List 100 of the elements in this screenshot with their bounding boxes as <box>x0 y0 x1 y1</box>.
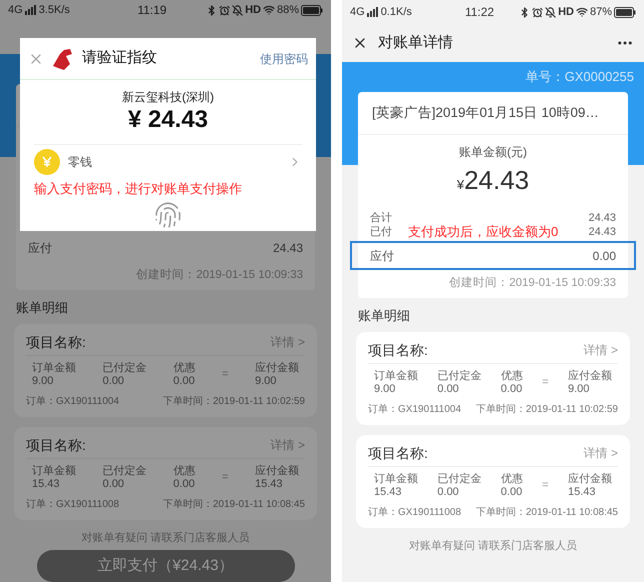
equals-sign: = <box>222 368 228 381</box>
field-value: 0.00 <box>500 486 523 498</box>
field-value: 9.00 <box>568 382 590 396</box>
field-label: 优惠 <box>173 464 196 478</box>
order-time: 下单时间：2019-01-11 10:02:59 <box>476 402 618 416</box>
use-password-link[interactable]: 使用密码 <box>260 50 308 68</box>
battery-label: 88% <box>276 3 299 18</box>
clock-time: 11:19 <box>137 2 167 20</box>
hd-label: HD <box>558 4 574 20</box>
field-label: 订单金额 <box>374 370 418 382</box>
bluetooth-icon <box>519 6 530 18</box>
total-label: 合计 <box>370 211 392 225</box>
field-value: 9.00 <box>32 374 54 388</box>
created-time: 创建时间：2019-01-15 10:09:33 <box>136 268 303 284</box>
wifi-icon <box>262 4 275 16</box>
equals-sign: = <box>222 471 228 484</box>
field-value: 15.43 <box>374 486 403 498</box>
field-value: 9.00 <box>255 374 278 388</box>
network-label: 4G <box>8 3 23 18</box>
fingerprint-icon[interactable] <box>154 200 182 228</box>
wifi-icon <box>576 6 588 18</box>
payment-method: 零钱 <box>68 154 92 171</box>
footer-note: 对账单有疑问 请联系门店客服人员 <box>408 538 578 554</box>
field-value: 9.00 <box>374 382 396 396</box>
field-label: 订单金额 <box>32 362 76 374</box>
dialog-title: 请验证指纹 <box>82 48 157 68</box>
field-label: 应付金额 <box>568 472 612 486</box>
field-label: 已付定金 <box>102 464 147 478</box>
ticket-title: [英豪广告]2019年01月15日 10時09… <box>372 104 599 122</box>
alarm-icon <box>532 6 544 18</box>
field-label: 已付定金 <box>437 472 482 486</box>
field-label: 已付定金 <box>102 362 147 374</box>
clock-time: 11:22 <box>464 4 494 21</box>
pay-button[interactable]: 立即支付（¥24.43） <box>36 550 294 582</box>
field-label: 订单金额 <box>374 472 418 486</box>
battery-label: 87% <box>590 4 612 20</box>
field-value: 0.00 <box>437 382 460 396</box>
details-link[interactable]: 详情 > <box>584 444 618 462</box>
field-label: 应付金额 <box>568 370 612 382</box>
field-label: 应付金额 <box>255 464 299 478</box>
order-number: 订单：GX190111004 <box>26 394 120 408</box>
details-link[interactable]: 详情 > <box>270 436 305 454</box>
field-label: 优惠 <box>173 362 196 374</box>
field-value: 0.00 <box>102 374 126 388</box>
section-title: 账单明细 <box>15 299 69 317</box>
created-time: 创建时间：2019-01-15 10:09:33 <box>449 276 616 292</box>
annotation-text: 支付成功后，应收金额为0 <box>408 225 558 239</box>
due-label: 应付 <box>370 248 394 264</box>
merchant-name: 新云玺科技(深圳) <box>122 89 214 106</box>
footer-note: 对账单有疑问 请联系门店客服人员 <box>80 530 251 546</box>
bill-amount: 24.43 <box>464 164 530 197</box>
battery-icon <box>614 6 636 18</box>
order-number: 订单：GX190111004 <box>368 402 462 416</box>
details-link[interactable]: 详情 > <box>584 341 618 359</box>
alarm-icon <box>219 4 230 16</box>
bell-off-icon <box>545 6 556 18</box>
field-value: 0.00 <box>173 478 196 490</box>
field-value: 0.00 <box>173 374 196 388</box>
bluetooth-icon <box>206 4 218 16</box>
field-value: 0.00 <box>102 478 126 490</box>
section-title: 账单明细 <box>357 307 411 325</box>
order-number: 订单：GX190111008 <box>26 498 120 512</box>
coin-icon <box>34 149 60 175</box>
field-label: 优惠 <box>500 370 523 382</box>
annotation-text: 输入支付密码，进行对账单支付操作 <box>34 180 243 198</box>
battery-icon <box>301 4 323 16</box>
total-value: 24.43 <box>588 211 616 225</box>
item-title: 项目名称: <box>26 332 86 352</box>
signal-icon <box>24 5 37 16</box>
field-value: 15.43 <box>32 478 61 490</box>
network-label: 4G <box>350 4 365 20</box>
field-label: 优惠 <box>500 472 523 486</box>
due-value: 24.43 <box>272 240 303 256</box>
currency-sign: ¥ <box>456 176 464 194</box>
details-link[interactable]: 详情 > <box>270 333 305 351</box>
item-title: 项目名称: <box>368 444 428 462</box>
speed-label: 3.5K/s <box>38 3 70 18</box>
due-value: 0.00 <box>592 248 616 264</box>
payment-amount: ¥ 24.43 <box>128 106 208 134</box>
field-value: 15.43 <box>568 486 597 498</box>
order-time: 下单时间：2019-01-11 10:08:45 <box>476 506 618 520</box>
equals-sign: = <box>542 376 549 389</box>
order-number: 单号：GX0000255 <box>526 68 634 86</box>
field-value: 15.43 <box>255 478 284 490</box>
order-time: 下单时间：2019-01-11 10:02:59 <box>162 394 305 408</box>
due-label: 应付 <box>28 240 52 256</box>
page-title: 对账单详情 <box>378 32 453 53</box>
field-value: 0.00 <box>437 486 460 498</box>
field-value: 0.00 <box>500 382 523 396</box>
speed-label: 0.1K/s <box>380 4 412 20</box>
field-label: 应付金额 <box>255 362 299 374</box>
order-time: 下单时间：2019-01-11 10:08:45 <box>162 498 305 512</box>
item-title: 项目名称: <box>26 436 86 454</box>
field-label: 已付定金 <box>437 370 482 382</box>
hd-label: HD <box>245 3 261 18</box>
total-label: 已付 <box>370 225 392 239</box>
bell-off-icon <box>232 4 244 16</box>
amount-label: 账单金额(元) <box>459 144 527 161</box>
item-title: 项目名称: <box>368 340 428 360</box>
total-value: 24.43 <box>588 225 616 239</box>
